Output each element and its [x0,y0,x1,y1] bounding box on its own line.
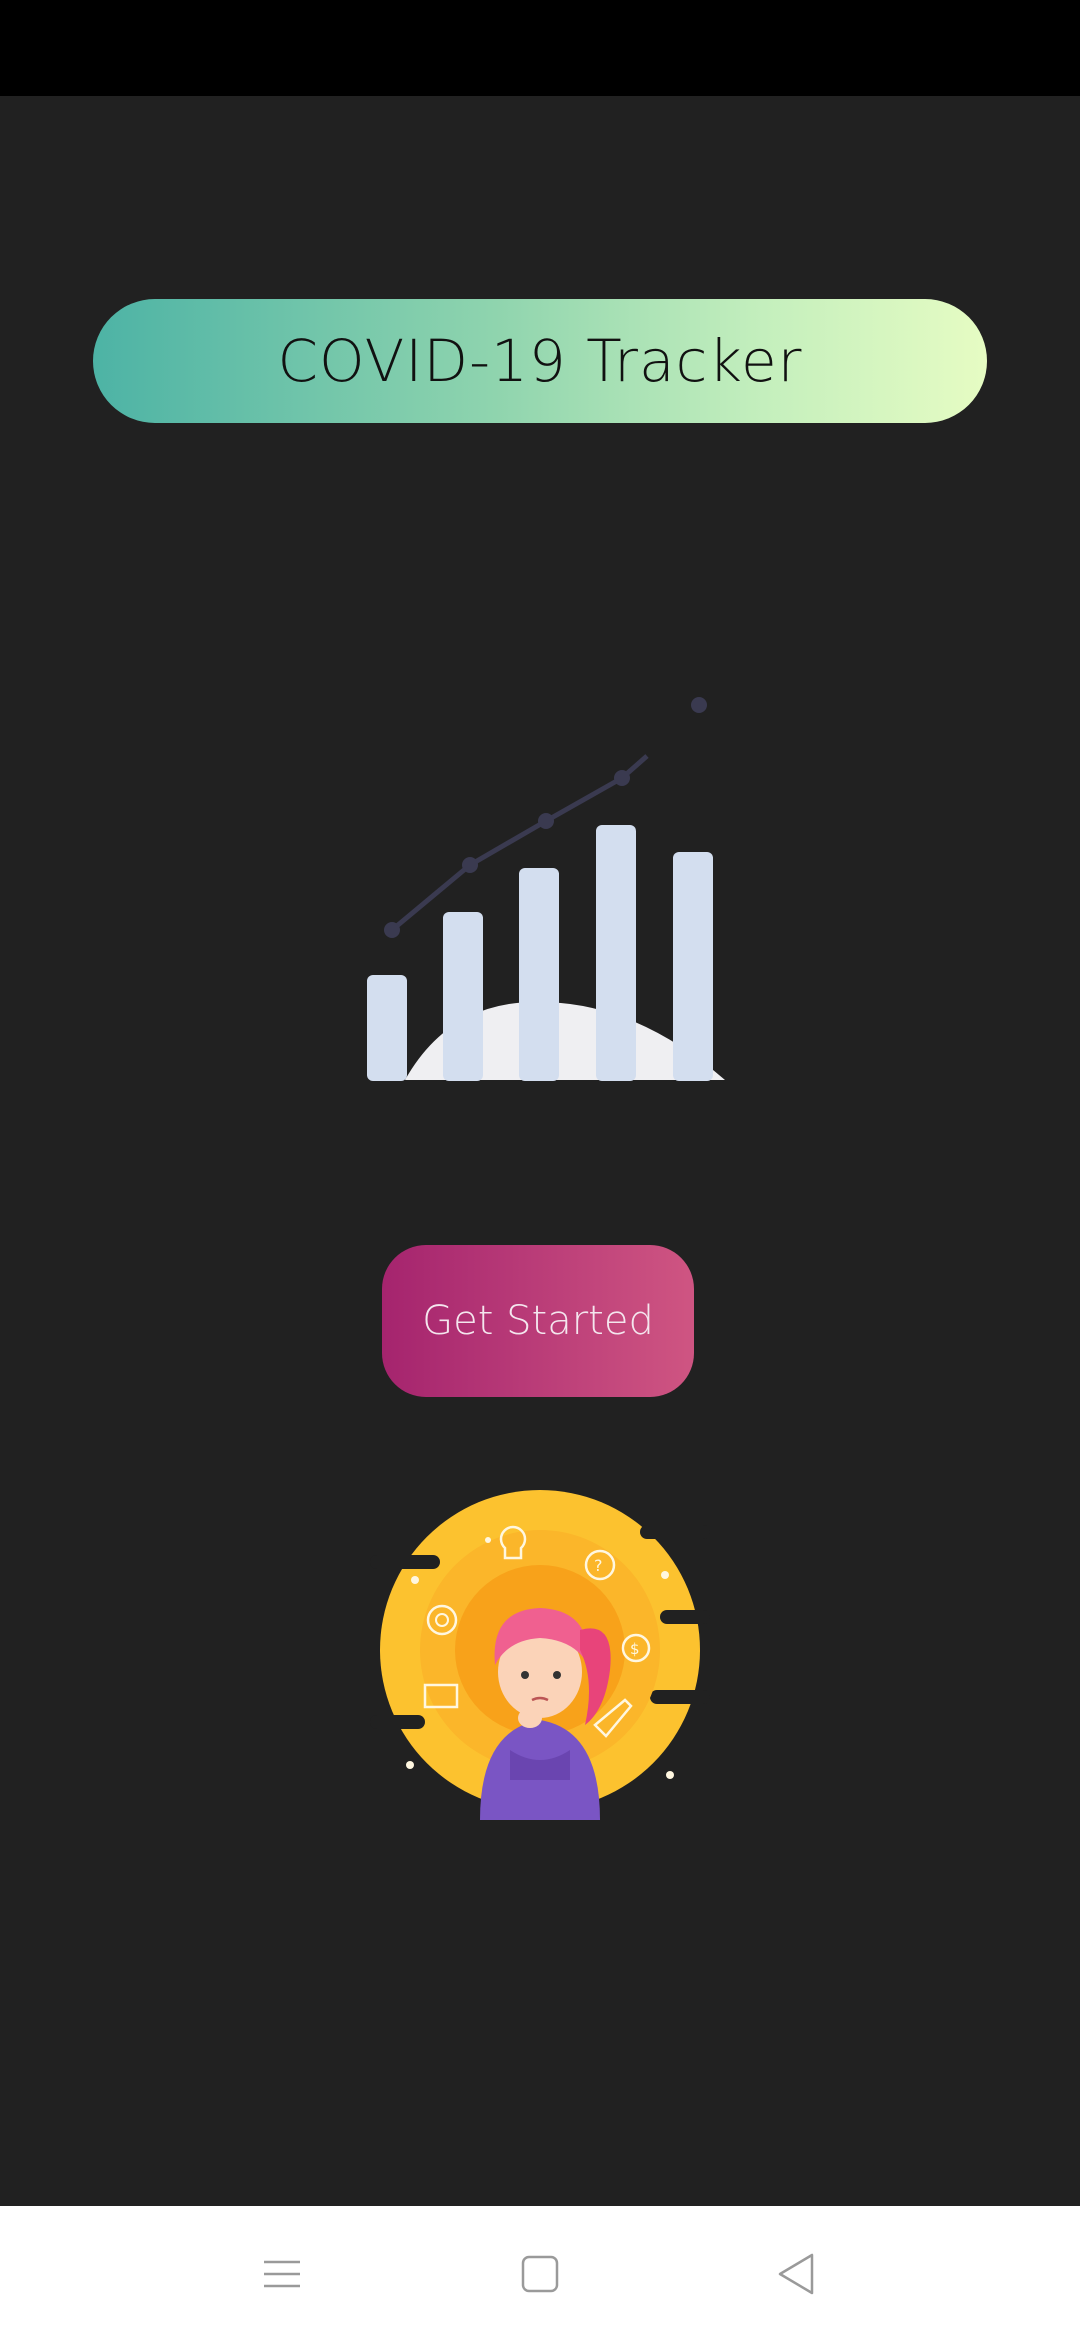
trend-point [384,922,400,938]
thinking-girl-illustration: ? $ [370,1490,710,1820]
trend-point [691,697,707,713]
title-banner: COVID-19 Tracker [93,299,987,423]
chart-bar [443,912,483,1081]
back-triangle-icon[interactable] [748,2226,844,2322]
trend-point [538,813,554,829]
app-title: COVID-19 Tracker [277,327,803,395]
status-bar [0,0,1080,96]
trend-point [614,770,630,786]
menu-icon[interactable] [234,2226,330,2322]
chart-bar [596,825,636,1081]
home-square-icon[interactable] [492,2226,588,2322]
system-nav-bar [0,2206,1080,2340]
get-started-label: Get Started [422,1298,654,1344]
bar-chart-trend-icon [367,697,725,1081]
chart-bar [367,975,407,1081]
chart-bar [519,868,559,1081]
trend-point [462,857,478,873]
get-started-button[interactable]: Get Started [382,1245,694,1397]
chart-bar [673,852,713,1081]
svg-text:$: $ [630,1640,640,1658]
svg-text:?: ? [594,1556,603,1575]
